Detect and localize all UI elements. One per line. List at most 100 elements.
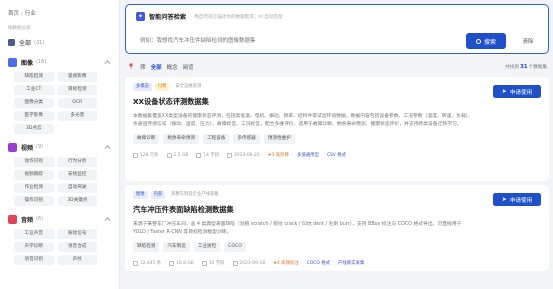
tag[interactable]: 自动驾驶 [57, 183, 97, 193]
pin-icon: 📍 [127, 63, 136, 71]
meta-format: CSV 格式 [326, 153, 346, 158]
chevron-up-icon[interactable] [104, 217, 111, 224]
breadcrumb-home[interactable]: 首页 [8, 11, 19, 17]
tag[interactable]: 目标检测 [57, 85, 97, 95]
fields-icon [196, 152, 202, 158]
keyword-chip[interactable]: 工业质检 [193, 242, 221, 252]
source-label: 某整车制造企业产线采集 [171, 192, 219, 197]
access-badge: 付费 [154, 83, 170, 91]
tag[interactable]: 语音合成 [57, 242, 97, 252]
sidebar-item-all[interactable]: 全部 (31) [8, 38, 111, 47]
video-icon [8, 142, 17, 152]
category-audio-header[interactable]: 音频 (6) [8, 214, 111, 224]
search-input[interactable] [132, 33, 466, 49]
meta-size: 2.5 GB [173, 152, 189, 158]
keyword-chip[interactable]: 多传感器 [233, 134, 260, 144]
apply-button[interactable]: ➤ 申请使用 [493, 193, 541, 206]
breadcrumb: 首页 / 行业 [8, 11, 36, 17]
meta-date: 2023-09-18 [239, 260, 266, 266]
filter-prefix: 筛 [140, 65, 146, 71]
storage-icon [166, 152, 172, 158]
category-name: 视频 [21, 144, 34, 152]
main-content: ✦ 智能问答检索 用自然语言描述你的数据需求，AI 自动匹配 搜索 清除 📍 筛… [125, 4, 549, 271]
category-video-header[interactable]: 视频 (9) [8, 142, 111, 152]
filter-browse[interactable]: 阅览 [183, 63, 194, 71]
tag[interactable]: 工业CT [14, 85, 54, 95]
keyword-chip[interactable]: 预测性维护 [263, 134, 295, 144]
dataset-meta: 128 万条 2.5 GB 14 字段 2023-06-20 ★3 高阶降 多值… [133, 152, 541, 158]
tag[interactable]: 遥感影像 [57, 72, 97, 82]
sidebar: 首页 / 行业 按数据分类 全部 (31) 图像 (16) 缺陷检测 遥感影像 工业… [0, 0, 120, 289]
category-image: 图像 (16) 缺陷检测 遥感影像 工业CT 目标检测 图像分类 OCR 医学影… [8, 57, 111, 134]
meta-fields: 14 字段 [203, 153, 220, 158]
dataset-title[interactable]: XX设备状态评测数据集 [133, 97, 541, 107]
tag[interactable]: 行为分析 [57, 157, 97, 167]
dataset-card[interactable]: 图像 内部 某整车制造企业产线采集 汽车冲压件表面缺陷检测数据集 来源于某整车厂… [125, 185, 549, 271]
category-video: 视频 (9) 动作识别 行为分析 视频跟踪 安防监控 作业检测 自动驾驶 操作识… [8, 142, 111, 206]
all-count: (31) [34, 39, 45, 46]
tag[interactable]: 视频跟踪 [14, 170, 54, 180]
apply-button[interactable]: ➤ 申请使用 [493, 85, 541, 98]
dataset-meta: 32,445 条 16.8 GB 10 字段 2023-09-18 ★4 高频标… [133, 260, 541, 266]
meta-format: COCO 格式 [306, 261, 330, 266]
tag[interactable]: 3D关键点 [57, 196, 97, 206]
tag[interactable]: 安防监控 [57, 170, 97, 180]
result-count-prefix: 共找到 [505, 65, 519, 70]
keyword-chip[interactable]: 工程设备 [202, 134, 230, 144]
meta-size: 16.8 GB [176, 260, 194, 266]
tag[interactable]: 语音识别 [14, 255, 54, 265]
rows-icon [133, 260, 138, 266]
tag[interactable]: 缺陷检测 [14, 72, 54, 82]
tag[interactable]: 作业检测 [14, 183, 54, 193]
keyword-chip[interactable]: 汽车制造 [163, 242, 190, 252]
chevron-up-icon[interactable] [104, 145, 111, 152]
image-icon [8, 57, 17, 67]
tag[interactable]: 振动信号 [57, 229, 97, 239]
chevron-up-icon[interactable] [104, 60, 111, 67]
tag[interactable]: 操作识别 [14, 196, 54, 206]
meta-rows: 32,445 条 [140, 261, 162, 266]
send-icon: ➤ [501, 88, 507, 95]
audio-icon [8, 214, 17, 224]
calendar-icon [232, 260, 238, 266]
grid-icon [8, 39, 15, 46]
meta-origin: 产线真实采集 [337, 261, 365, 266]
filter-all[interactable]: 全部 [151, 63, 162, 71]
tag[interactable]: OCR [57, 98, 97, 108]
category-name: 音频 [21, 216, 34, 224]
type-badge: 多模态 [133, 83, 152, 91]
keyword-chip[interactable]: 缺陷检测 [133, 242, 160, 252]
category-subtitle: 按数据分类 [8, 26, 31, 31]
tag[interactable]: 工业声音 [14, 229, 54, 239]
tag[interactable]: 图像分类 [14, 98, 54, 108]
filter-concept[interactable]: 概念 [167, 63, 178, 71]
tag[interactable]: 医学影像 [14, 111, 54, 121]
meta-date: 2023-06-20 [234, 152, 260, 158]
tag[interactable]: 3D点云 [14, 124, 54, 134]
access-badge: 内部 [150, 191, 166, 199]
dataset-description: 本数据集覆盖XX类型设备的健康状态评测，包括高低温、电机、振动、频率、结构件等试… [133, 114, 473, 127]
category-count: (6) [36, 216, 44, 222]
clear-button[interactable]: 清除 [514, 37, 542, 45]
category-image-header[interactable]: 图像 (16) [8, 57, 111, 67]
all-label: 全部 [19, 40, 32, 47]
tag[interactable]: 动作识别 [14, 157, 54, 167]
source-label: 安全运维监测 [175, 84, 202, 89]
smart-search-panel: ✦ 智能问答检索 用自然语言描述你的数据需求，AI 自动匹配 搜索 清除 [125, 4, 549, 54]
dataset-title[interactable]: 汽车冲压件表面缺陷检测数据集 [133, 205, 541, 215]
tag[interactable]: 声学诊断 [14, 242, 54, 252]
fields-icon [201, 260, 207, 266]
result-count-suffix: 个数据集 [528, 65, 547, 70]
search-button[interactable]: 搜索 [466, 33, 506, 49]
category-count: (9) [36, 144, 44, 150]
breadcrumb-industry[interactable]: 行业 [25, 11, 36, 17]
apply-button-label: 申请使用 [509, 197, 533, 204]
dataset-card[interactable]: 多模态 付费 安全运维监测 XX设备状态评测数据集 本数据集覆盖XX类型设备的健… [125, 77, 549, 181]
meta-rating: ★3 高阶降 [267, 153, 289, 158]
keyword-chip[interactable]: 故障诊断 [133, 134, 160, 144]
keyword-chip[interactable]: 剩余寿命预测 [163, 134, 199, 144]
search-icon [475, 38, 481, 44]
keyword-chip[interactable]: COCO [224, 242, 246, 252]
tag[interactable]: 多光谱 [57, 111, 97, 121]
tag[interactable]: 声纹 [57, 255, 97, 265]
